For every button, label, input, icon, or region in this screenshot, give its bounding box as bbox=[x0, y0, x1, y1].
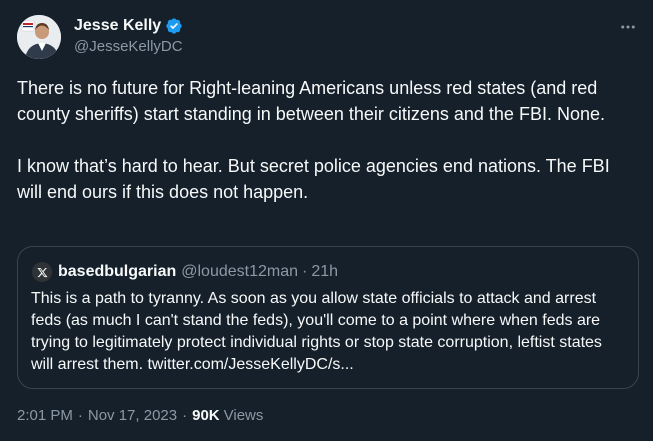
quoted-tweet-text: This is a path to tyranny. As soon as yo… bbox=[31, 290, 602, 373]
meta-separator: · bbox=[77, 407, 83, 424]
views-label: Views bbox=[223, 407, 264, 424]
author-display-name[interactable]: Jesse Kelly bbox=[74, 17, 161, 35]
quoted-author-name[interactable]: basedbulgarian bbox=[58, 263, 176, 281]
quoted-author-handle[interactable]: @loudest12man bbox=[181, 263, 298, 281]
author-handle[interactable]: @JesseKellyDC bbox=[74, 38, 183, 55]
meta-separator: · bbox=[182, 407, 188, 424]
author-avatar[interactable] bbox=[17, 15, 61, 59]
quoted-timestamp[interactable]: 21h bbox=[311, 263, 338, 281]
views-count: 90K bbox=[192, 407, 220, 424]
tweet-meta: 2:01 PM · Nov 17, 2023 · 90K Views bbox=[17, 407, 263, 424]
more-dots-icon[interactable] bbox=[619, 18, 637, 36]
tweet-date[interactable]: Nov 17, 2023 bbox=[88, 407, 177, 424]
tweet-time[interactable]: 2:01 PM bbox=[17, 407, 73, 424]
verified-badge-icon bbox=[165, 17, 183, 35]
quoted-tweet-header: basedbulgarian @loudest12man · 21h bbox=[32, 262, 338, 282]
x-logo-icon bbox=[32, 262, 52, 282]
tweet-card: Jesse Kelly @JesseKellyDC There is no fu… bbox=[0, 0, 653, 441]
quoted-tweet[interactable]: basedbulgarian @loudest12man · 21h This … bbox=[17, 246, 639, 389]
author-name-row: Jesse Kelly bbox=[74, 16, 183, 36]
quoted-separator: · bbox=[302, 263, 308, 280]
tweet-text: There is no future for Right-leaning Ame… bbox=[17, 78, 610, 202]
